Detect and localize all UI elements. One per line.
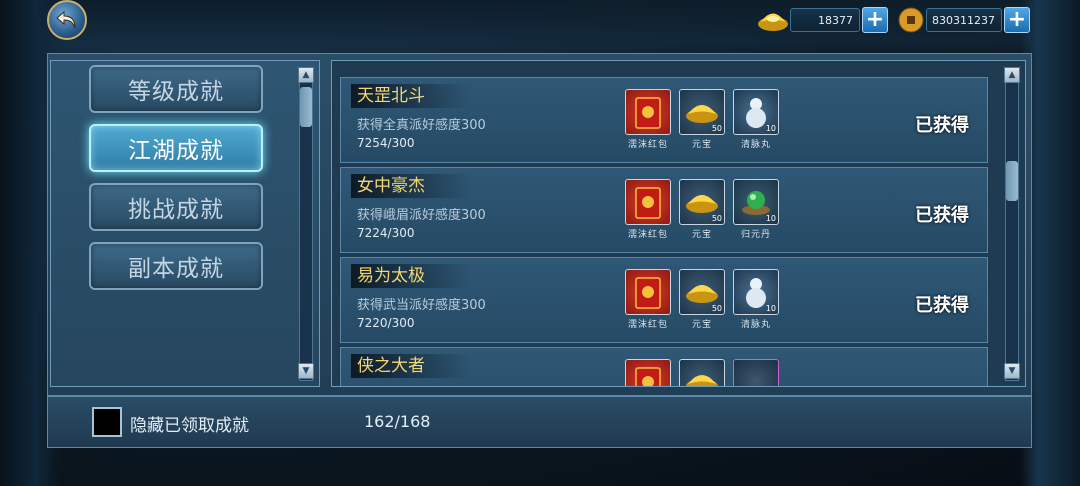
achievement-progress: 7254/300: [357, 136, 415, 150]
achievement-row: 侠之大者: [340, 347, 988, 386]
achievement-count: 162/168: [364, 412, 431, 431]
reward-item[interactable]: 濡沫红包: [625, 89, 671, 150]
hide-claimed-label: 隐藏已领取成就: [130, 416, 249, 436]
achievement-row: 女中豪杰 获得峨眉派好感度300 7224/300 濡沫红包 50 元宝 10 …: [340, 167, 988, 253]
scroll-down-arrow-icon[interactable]: ▼: [1004, 363, 1020, 379]
footer-bar: 隐藏已领取成就 162/168: [47, 396, 1032, 448]
add-gold-ingot-button[interactable]: +: [862, 7, 888, 33]
scroll-up-arrow-icon[interactable]: ▲: [298, 67, 314, 83]
reward-qty: 50: [711, 124, 722, 133]
reward-name: 元宝: [691, 320, 712, 330]
achievement-desc: 获得武当派好感度300: [357, 298, 486, 313]
reward-qty: 10: [765, 214, 776, 223]
reward-qty: 50: [711, 304, 722, 313]
reward-item[interactable]: 10 清脉丸: [733, 89, 779, 150]
gold-ingot-amount: 18377: [790, 8, 860, 32]
reward-item[interactable]: 50 元宝: [679, 269, 725, 330]
plus-icon: +: [1007, 7, 1027, 32]
reward-item[interactable]: [679, 359, 725, 386]
red-envelope-icon: [625, 89, 671, 135]
reward-item[interactable]: 濡沫红包: [625, 179, 671, 240]
red-envelope-icon: [625, 359, 671, 386]
achievement-row: 易为太极 获得武当派好感度300 7220/300 濡沫红包 50 元宝 10 …: [340, 257, 988, 343]
reward-item[interactable]: 50 元宝: [679, 179, 725, 240]
reward-qty: 50: [711, 214, 722, 223]
add-coin-button[interactable]: +: [1004, 7, 1030, 33]
achievement-title: 易为太极: [351, 264, 471, 288]
reward-name: 濡沫红包: [627, 140, 668, 150]
achievement-title: 天罡北斗: [351, 84, 471, 108]
gourd-pill-icon: 10: [733, 89, 779, 135]
red-envelope-icon: [625, 269, 671, 315]
reward-name: 濡沫红包: [627, 230, 668, 240]
category-dungeon-button[interactable]: 副本成就: [89, 242, 263, 290]
category-panel: 等级成就 江湖成就 挑战成就 副本成就 ▲ ▼: [50, 60, 320, 387]
scroll-down-arrow-icon[interactable]: ▼: [298, 363, 314, 379]
hide-claimed-checkbox[interactable]: [92, 407, 122, 437]
achievement-row: 天罡北斗 获得全真派好感度300 7254/300 濡沫红包 50 元宝 10 …: [340, 77, 988, 163]
back-button[interactable]: [47, 0, 87, 40]
achievement-progress: 7220/300: [357, 316, 415, 330]
category-level-button[interactable]: 等级成就: [89, 65, 263, 113]
gold-ingot-icon: 50: [679, 89, 725, 135]
reward-item[interactable]: [625, 359, 671, 386]
achievement-progress: 7224/300: [357, 226, 415, 240]
obtained-status: 已获得: [915, 205, 969, 226]
purple-item-icon: [733, 359, 779, 386]
reward-name: 元宝: [691, 140, 712, 150]
achievement-title: 女中豪杰: [351, 174, 471, 198]
reward-name: 清脉丸: [740, 140, 771, 150]
gold-ingot-icon: 50: [679, 179, 725, 225]
reward-item[interactable]: 10 归元丹: [733, 179, 779, 240]
gold-ingot-icon: [758, 13, 788, 31]
gourd-pill-icon: 10: [733, 269, 779, 315]
plus-icon: +: [865, 7, 885, 32]
coin-amount: 830311237: [926, 8, 1002, 32]
category-jianghu-button[interactable]: 江湖成就: [89, 124, 263, 172]
reward-name: 归元丹: [740, 230, 771, 240]
list-scrollbar[interactable]: [1005, 67, 1019, 381]
reward-item[interactable]: 濡沫红包: [625, 269, 671, 330]
scroll-up-arrow-icon[interactable]: ▲: [1004, 67, 1020, 83]
reward-qty: 10: [765, 304, 776, 313]
green-pill-icon: 10: [733, 179, 779, 225]
reward-name: 元宝: [691, 230, 712, 240]
achievement-list: 天罡北斗 获得全真派好感度300 7254/300 濡沫红包 50 元宝 10 …: [331, 60, 1026, 387]
reward-name: 濡沫红包: [627, 320, 668, 330]
gold-ingot-counter: 18377 +: [756, 6, 888, 34]
reward-name: 清脉丸: [740, 320, 771, 330]
obtained-status: 已获得: [915, 295, 969, 316]
category-challenge-button[interactable]: 挑战成就: [89, 183, 263, 231]
reward-qty: 10: [765, 124, 776, 133]
gold-ingot-icon: [679, 359, 725, 386]
category-scroll-thumb[interactable]: [300, 87, 312, 127]
achievement-desc: 获得峨眉派好感度300: [357, 208, 486, 223]
list-scroll-thumb[interactable]: [1006, 161, 1018, 201]
coin-counter: 830311237 +: [898, 6, 1030, 34]
achievement-desc: 获得全真派好感度300: [357, 118, 486, 133]
red-envelope-icon: [625, 179, 671, 225]
reward-item[interactable]: [733, 359, 779, 386]
back-arrow-icon: [56, 10, 76, 29]
reward-item[interactable]: 10 清脉丸: [733, 269, 779, 330]
coin-icon: [898, 7, 924, 33]
reward-item[interactable]: 50 元宝: [679, 89, 725, 150]
obtained-status: 已获得: [915, 115, 969, 136]
gold-ingot-icon: 50: [679, 269, 725, 315]
achievement-title: 侠之大者: [351, 354, 471, 378]
